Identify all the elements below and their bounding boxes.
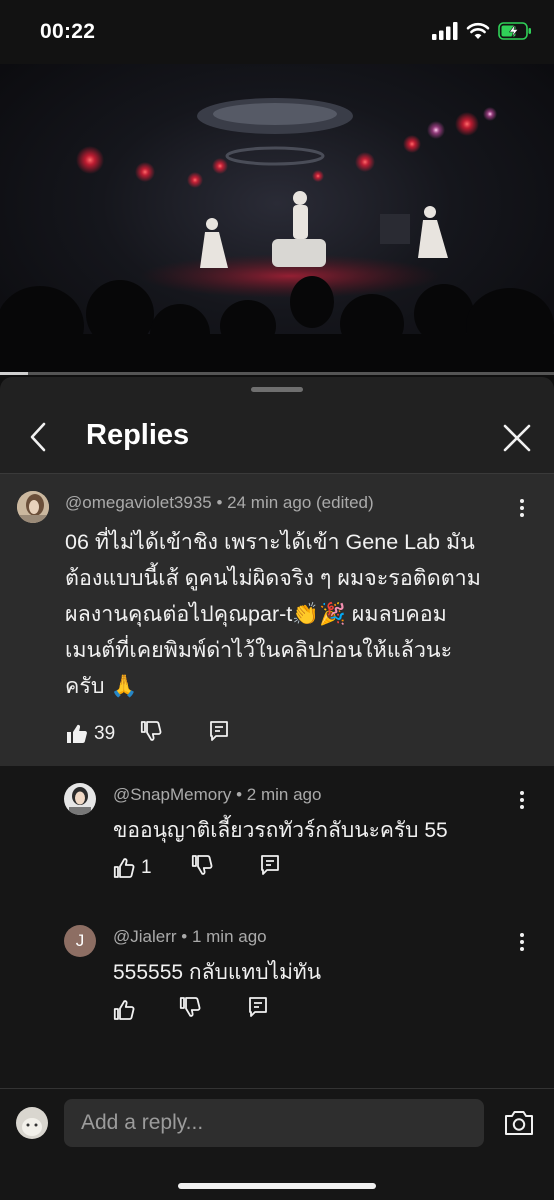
avatar[interactable] bbox=[17, 491, 49, 523]
camera-button[interactable] bbox=[503, 1109, 535, 1137]
thumbs-up-icon bbox=[113, 857, 135, 878]
comment-text-line: ต้องแบบนี้เส้ ดูคนไม่ผิดจริง ๆ ผมจะรอติด… bbox=[65, 566, 481, 590]
cellular-signal-icon bbox=[432, 22, 458, 45]
like-button[interactable]: 39 bbox=[65, 722, 115, 746]
comment-text-line: ผลงานคุณต่อไปคุณpar-t👏🎉 ผมลบคอม bbox=[65, 602, 447, 626]
comment-text-line: ครับ 🙏 bbox=[65, 674, 138, 698]
thumbs-up-filled-icon bbox=[67, 724, 87, 743]
video-progress-fill bbox=[0, 372, 28, 375]
comment-meta: @omegaviolet3935 • 24 min ago (edited) bbox=[65, 493, 374, 512]
avatar-initial: J bbox=[75, 931, 85, 950]
like-count: 39 bbox=[94, 722, 116, 744]
reply-button[interactable] bbox=[258, 853, 282, 882]
reply-author[interactable]: @SnapMemory bbox=[113, 785, 231, 804]
reply-time: 1 min ago bbox=[191, 927, 267, 946]
like-button[interactable]: 1 bbox=[112, 856, 152, 880]
reply-text: 555555 กลับแทบไม่ทัน bbox=[113, 961, 322, 984]
sheet-title: Replies bbox=[86, 419, 190, 451]
reply-meta: @Jialerr • 1 min ago bbox=[113, 927, 267, 946]
sheet-header: Replies bbox=[0, 401, 554, 473]
wifi-icon bbox=[466, 22, 490, 45]
reply-comment-icon bbox=[260, 855, 279, 875]
back-button[interactable] bbox=[22, 419, 58, 455]
like-button[interactable] bbox=[112, 998, 136, 1022]
avatar[interactable] bbox=[64, 783, 96, 815]
reply-comment-icon bbox=[210, 721, 229, 741]
reply-actions bbox=[112, 995, 270, 1024]
more-options-button[interactable] bbox=[510, 930, 534, 954]
close-icon bbox=[503, 424, 531, 452]
more-options-button[interactable] bbox=[510, 496, 534, 520]
thumbs-down-icon bbox=[179, 997, 201, 1017]
back-chevron-icon bbox=[30, 422, 46, 452]
reply-text: ขออนุญาติเลี้ยวรถทัวร์กลับนะครับ 55 bbox=[113, 819, 448, 842]
replies-list: @SnapMemory • 2 min ago ขออนุญาติเลี้ยวร… bbox=[0, 766, 554, 1088]
comment-author[interactable]: @omegaviolet3935 bbox=[65, 493, 212, 512]
reply-composer: Add a reply... bbox=[0, 1088, 554, 1200]
status-time: 00:22 bbox=[40, 20, 96, 43]
comment-text: 06 ที่ไม่ได้เข้าชิง เพราะได้เข้า Gene La… bbox=[65, 524, 481, 704]
drag-handle[interactable] bbox=[251, 387, 303, 392]
battery-charging-icon bbox=[498, 22, 532, 45]
reply-comment-icon bbox=[249, 997, 267, 1017]
home-indicator[interactable] bbox=[178, 1183, 376, 1189]
video-frame bbox=[0, 98, 554, 374]
reply-button[interactable] bbox=[207, 719, 231, 748]
main-comment: @omegaviolet3935 • 24 min ago (edited) 0… bbox=[0, 474, 554, 766]
status-icons bbox=[432, 22, 532, 45]
more-options-button[interactable] bbox=[510, 788, 534, 812]
dislike-button[interactable] bbox=[139, 719, 163, 748]
reply-time: 2 min ago bbox=[246, 785, 322, 804]
close-button[interactable] bbox=[498, 419, 536, 457]
reply-actions: 1 bbox=[112, 853, 282, 882]
avatar[interactable]: J bbox=[64, 925, 96, 957]
comment-actions: 39 bbox=[65, 719, 231, 748]
thumbs-up-icon bbox=[113, 999, 135, 1020]
dislike-button[interactable] bbox=[178, 995, 202, 1024]
dislike-button[interactable] bbox=[190, 853, 214, 882]
replies-sheet: Replies @omegaviolet3935 • 24 min ago (e… bbox=[0, 377, 554, 1200]
reply-author[interactable]: @Jialerr bbox=[113, 927, 177, 946]
comment-time: 24 min ago (edited) bbox=[227, 493, 374, 512]
thumbs-down-icon bbox=[191, 855, 213, 875]
reply-meta: @SnapMemory • 2 min ago bbox=[113, 785, 322, 804]
camera-icon bbox=[505, 1111, 533, 1135]
status-bar: 00:22 bbox=[0, 0, 554, 64]
reply-input[interactable]: Add a reply... bbox=[64, 1099, 484, 1147]
avatar bbox=[16, 1107, 48, 1139]
video-progress-bar[interactable] bbox=[0, 372, 554, 375]
thumbs-down-icon bbox=[141, 721, 162, 741]
reply-button[interactable] bbox=[246, 995, 270, 1024]
comment-text-line: 06 ที่ไม่ได้เข้าชิง เพราะได้เข้า Gene La… bbox=[65, 530, 475, 554]
comment-text-line: เมนต์ที่เคยพิมพ์ด่าไว้ในคลิปก่อนให้แล้วน… bbox=[65, 638, 453, 662]
video-player[interactable] bbox=[0, 64, 554, 374]
like-count: 1 bbox=[141, 856, 152, 878]
